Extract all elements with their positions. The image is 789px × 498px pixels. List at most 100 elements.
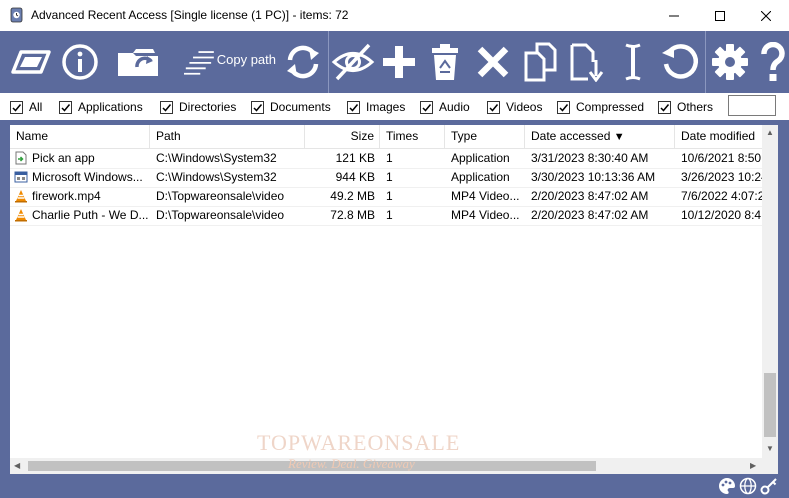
table-row[interactable]: Pick an app C:\Windows\System32 121 KB 1…: [10, 149, 778, 169]
help-button[interactable]: [756, 31, 789, 93]
checkmark-icon: [489, 103, 499, 112]
checkmark-icon: [422, 103, 432, 112]
text-cursor-icon: [625, 43, 641, 81]
maximize-button[interactable]: [697, 0, 743, 31]
tablet-icon: [11, 50, 51, 74]
scroll-right-icon[interactable]: ▶: [750, 461, 756, 470]
column-header-date-modified[interactable]: Date modified: [675, 125, 762, 148]
info-button[interactable]: [58, 31, 102, 93]
undo-button[interactable]: [658, 31, 702, 93]
checkbox-box: [10, 100, 23, 114]
cell-date-accessed: 3/31/2023 8:30:40 AM: [531, 151, 649, 165]
title-bar: Advanced Recent Access [Single license (…: [0, 0, 789, 31]
copy-path-button[interactable]: Copy path: [184, 31, 276, 93]
table-row[interactable]: Charlie Puth - We D... D:\Topwareonsale\…: [10, 206, 778, 226]
move-button[interactable]: [564, 31, 608, 93]
cell-type: MP4 Video...: [451, 189, 520, 203]
cell-date-accessed: 2/20/2023 8:47:02 AM: [531, 189, 649, 203]
cell-date-modified: 7/6/2022 4:07:2: [681, 189, 762, 203]
cell-times: 1: [386, 189, 393, 203]
globe-icon[interactable]: [739, 477, 757, 495]
checkbox-box: [658, 100, 671, 114]
palette-icon[interactable]: [718, 477, 736, 495]
close-button[interactable]: [743, 0, 789, 31]
checkbox-box: [420, 100, 433, 114]
cell-name: Charlie Puth - We D...: [10, 206, 150, 225]
column-header-name[interactable]: Name: [10, 125, 150, 148]
cell-size: 121 KB: [335, 151, 375, 165]
filter-documents-checkbox[interactable]: Documents: [251, 99, 331, 115]
table-row[interactable]: Microsoft Windows... C:\Windows\System32…: [10, 168, 778, 188]
checkbox-box: [557, 100, 570, 114]
scroll-up-icon[interactable]: ▲: [766, 128, 774, 137]
checkmark-icon: [253, 103, 263, 112]
filter-all-checkbox[interactable]: All: [10, 99, 42, 115]
cell-date-accessed: 3/30/2023 10:13:36 AM: [531, 170, 656, 184]
checkmark-icon: [12, 103, 22, 112]
column-header-row: Name Path Size Times Type Date accessed …: [10, 125, 778, 149]
app-icon: [10, 7, 23, 23]
folder-arrow-icon: [118, 49, 158, 76]
rename-button[interactable]: [612, 31, 654, 93]
column-header-date-accessed-label: Date accessed: [531, 129, 611, 143]
refresh-button[interactable]: [280, 31, 326, 93]
scroll-down-icon[interactable]: ▼: [766, 444, 774, 453]
vertical-scrollbar[interactable]: ▲ ▼: [762, 125, 778, 458]
column-header-size[interactable]: Size: [305, 125, 380, 148]
checkmark-icon: [349, 103, 359, 112]
tablet-mode-button[interactable]: [8, 31, 54, 93]
filter-videos-checkbox[interactable]: Videos: [487, 99, 542, 115]
row-name: Pick an app: [32, 151, 95, 165]
column-header-type[interactable]: Type: [445, 125, 525, 148]
cell-date-modified: 3/26/2023 10:24: [681, 170, 762, 184]
scroll-left-icon[interactable]: ◀: [14, 461, 20, 470]
filter-text-input[interactable]: [728, 95, 776, 116]
filter-others-checkbox[interactable]: Others: [658, 99, 713, 115]
undo-icon: [662, 44, 699, 79]
row-name: firework.mp4: [32, 189, 101, 203]
key-icon[interactable]: [760, 477, 778, 495]
info-icon: [62, 44, 98, 80]
recent-items-list[interactable]: Name Path Size Times Type Date accessed …: [10, 125, 778, 474]
vertical-scroll-thumb[interactable]: [764, 373, 776, 437]
row-name: Charlie Puth - We D...: [32, 208, 149, 222]
lines-icon: [184, 51, 214, 75]
column-header-date-accessed[interactable]: Date accessed ▼: [525, 125, 675, 148]
minimize-icon: [669, 15, 679, 16]
column-header-path[interactable]: Path: [150, 125, 305, 148]
scroll-corner: [762, 458, 778, 474]
recycle-button[interactable]: [424, 31, 466, 93]
cell-type: MP4 Video...: [451, 208, 520, 222]
cell-times: 1: [386, 170, 393, 184]
checkmark-icon: [61, 103, 71, 112]
add-button[interactable]: [378, 31, 420, 93]
recycle-bin-icon: [432, 44, 458, 80]
cell-type: Application: [451, 170, 510, 184]
row-name: Microsoft Windows...: [32, 170, 143, 184]
watermark-brand: TOPWAREONSALE: [257, 430, 461, 455]
doc-arrow-icon: [570, 43, 604, 82]
cell-size: 49.2 MB: [330, 189, 375, 203]
remove-button[interactable]: [472, 31, 514, 93]
cell-path: D:\Topwareonsale\video: [156, 189, 285, 203]
filter-images-checkbox[interactable]: Images: [347, 99, 405, 115]
filter-directories-checkbox[interactable]: Directories: [160, 99, 236, 115]
filter-compressed-checkbox[interactable]: Compressed: [557, 99, 644, 115]
table-row[interactable]: firework.mp4 D:\Topwareonsale\video 49.2…: [10, 187, 778, 207]
cell-date-modified: 10/12/2020 8:4: [681, 208, 762, 222]
filter-label: Audio: [439, 100, 470, 114]
open-folder-button[interactable]: [112, 31, 164, 93]
toolbar: Copy path: [0, 31, 789, 93]
copy-path-label: Copy path: [216, 51, 276, 67]
filter-label: Documents: [270, 100, 331, 114]
column-header-times[interactable]: Times: [380, 125, 445, 148]
minimize-button[interactable]: [651, 0, 697, 31]
cell-date-accessed: 2/20/2023 8:47:02 AM: [531, 208, 649, 222]
hide-button[interactable]: [330, 31, 376, 93]
copy-button[interactable]: [518, 31, 562, 93]
filter-applications-checkbox[interactable]: Applications: [59, 99, 143, 115]
status-icons: [718, 477, 778, 495]
settings-button[interactable]: [708, 31, 752, 93]
copy-pages-icon: [524, 42, 557, 82]
filter-audio-checkbox[interactable]: Audio: [420, 99, 470, 115]
